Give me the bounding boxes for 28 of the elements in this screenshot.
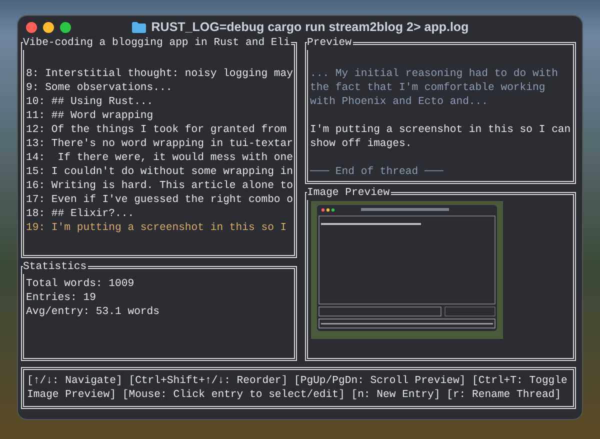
window-title: RUST_LOG=debug cargo run stream2blog 2> app.log	[151, 18, 469, 36]
panel-title: Vibe-coding a blogging app in Rust and Eli	[23, 36, 292, 50]
entry-item[interactable]: 17: Even if I've guessed the right combo o	[26, 193, 292, 207]
statistic-line: Entries: 19	[26, 291, 97, 305]
end-of-thread-text: ─── End of thread ───	[310, 165, 445, 179]
statistic-line: Total words: 1009	[26, 277, 136, 291]
entry-item[interactable]: 11: ## Word wrapping	[26, 109, 292, 123]
previous-entry-text: ... My initial reasoning had to do with the fact that I'm comfortable working with Phoenix and Ecto and...	[310, 67, 559, 109]
folder-icon	[132, 22, 146, 32]
statistic-line: Avg/entry: 53.1 words	[26, 305, 161, 319]
entry-item[interactable]: 16: Writing is hard. This article alone to	[26, 179, 292, 193]
panel-title: Statistics	[23, 260, 88, 274]
current-entry-text: I'm putting a screenshot in this so I can show off images.	[310, 123, 571, 151]
minimize-button[interactable]	[43, 22, 54, 32]
entry-item[interactable]: 19: I'm putting a screenshot in this so I	[26, 221, 292, 235]
entry-item[interactable]: 12: Of the things I took for granted from	[26, 123, 292, 137]
entry-item[interactable]: 15: I couldn't do without some wrapping in	[26, 165, 292, 179]
panel-title: Image Preview	[307, 186, 391, 200]
entry-item[interactable]: 10: ## Using Rust...	[26, 95, 292, 109]
close-button[interactable]	[26, 22, 37, 32]
entry-item[interactable]: 8: Interstitial thought: noisy logging may	[26, 67, 292, 81]
keyboard-shortcuts-text: [↑/↓: Navigate] [Ctrl+Shift+↑/↓: Reorder] [PgUp/PgDn: Scroll Preview] [Ctrl+T: Toggle Image Preview] [Mouse: Click entry to select/edit] [n: New Entry] [r: Rename Thread]	[27, 374, 568, 402]
entry-item[interactable]: 14: If there were, it would mess with one	[26, 151, 292, 165]
entry-item[interactable]: 18: ## Elixir?...	[26, 207, 292, 221]
entry-item[interactable]: 13: There's no word wrapping in tui-textar	[26, 137, 292, 151]
panel-title: Preview	[307, 36, 353, 50]
entry-item[interactable]: 9: Some observations...	[26, 81, 292, 95]
maximize-button[interactable]	[60, 22, 71, 32]
